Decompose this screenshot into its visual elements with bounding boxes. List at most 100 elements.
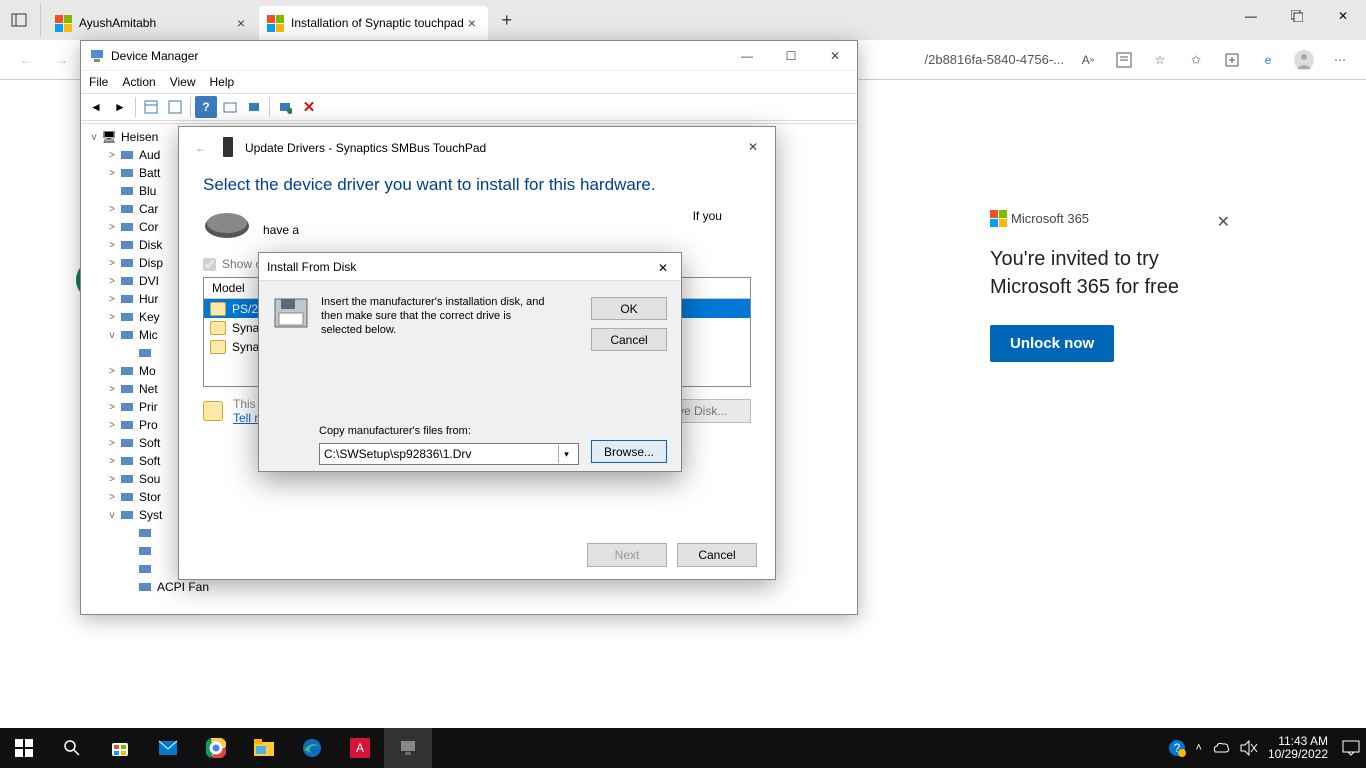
task-store-icon[interactable] [96, 728, 144, 768]
read-aloud-icon[interactable]: A» [1070, 42, 1106, 78]
driver-icon [210, 302, 226, 316]
favorite-icon[interactable]: ☆ [1142, 42, 1178, 78]
uninstall-icon[interactable]: ✕ [298, 96, 320, 118]
scan-icon[interactable] [219, 96, 241, 118]
device-icon [137, 562, 153, 576]
device-icon [119, 382, 135, 396]
unlock-button[interactable]: Unlock now [990, 325, 1114, 362]
device-icon [119, 238, 135, 252]
toolbar: ◄ ► ? ✕ [81, 93, 857, 121]
url-fragment: /2b8816fa-5840-4756-... [925, 52, 1071, 67]
device-icon [137, 580, 153, 594]
favorites-bar-icon[interactable]: ✩ [1178, 42, 1214, 78]
device-icon [119, 184, 135, 198]
forward-icon[interactable]: ► [109, 96, 131, 118]
profile-icon[interactable] [1286, 42, 1322, 78]
search-icon[interactable] [48, 728, 96, 768]
reader-icon[interactable] [1106, 42, 1142, 78]
menu-file[interactable]: File [89, 75, 108, 89]
tab-actions-icon[interactable] [2, 3, 36, 37]
chevron-up-icon[interactable]: ˄ [1196, 742, 1202, 754]
path-value: C:\SWSetup\sp92836\1.Drv [324, 447, 471, 461]
install-from-disk-dialog: Install From Disk ✕ Insert the manufactu… [258, 252, 682, 472]
tab-title: AyushAmitabh [79, 16, 233, 30]
task-explorer-icon[interactable] [240, 728, 288, 768]
dialog-titlebar[interactable]: Install From Disk ✕ [259, 253, 681, 281]
menu-action[interactable]: Action [122, 75, 155, 89]
dialog-title: Install From Disk [267, 260, 356, 274]
dialog-message: Insert the manufacturer's installation d… [321, 295, 551, 337]
mouse-icon [203, 209, 251, 243]
show-hide-tree-icon[interactable] [140, 96, 162, 118]
close-icon[interactable]: × [233, 15, 249, 31]
microsoft-logo-icon [990, 210, 1007, 227]
device-icon [119, 418, 135, 432]
close-icon[interactable]: × [464, 15, 480, 31]
window-title: Device Manager [111, 49, 198, 63]
close-button[interactable]: ✕ [813, 41, 857, 71]
window-controls: — ☐ ✕ [725, 41, 857, 71]
menu-help[interactable]: Help [210, 75, 235, 89]
cancel-button[interactable]: Cancel [591, 328, 667, 351]
computer-icon: 🖥 [101, 130, 117, 144]
update-icon[interactable] [243, 96, 265, 118]
device-icon [119, 166, 135, 180]
task-edge-icon[interactable] [288, 728, 336, 768]
notifications-icon[interactable] [1342, 740, 1360, 756]
properties-icon[interactable] [164, 96, 186, 118]
menu-view[interactable]: View [170, 75, 196, 89]
device-icon [119, 220, 135, 234]
tree-root: Heisen [121, 130, 158, 144]
device-icon [119, 436, 135, 450]
ok-button[interactable]: OK [591, 297, 667, 320]
start-button[interactable] [0, 728, 48, 768]
minimize-button[interactable]: — [725, 41, 769, 71]
favicon-icon [267, 15, 283, 31]
device-icon [119, 508, 135, 522]
driver-icon [210, 321, 226, 335]
browse-button[interactable]: Browse... [591, 440, 667, 463]
maximize-button[interactable]: ☐ [769, 41, 813, 71]
chevron-down-icon[interactable]: ▾ [558, 445, 574, 463]
browser-tab-1[interactable]: AyushAmitabh × [47, 6, 257, 40]
device-icon [137, 544, 153, 558]
wizard-header: ← Update Drivers - Synaptics SMBus Touch… [179, 127, 775, 169]
close-button[interactable]: ✕ [1320, 0, 1366, 32]
device-icon [119, 292, 135, 306]
task-mail-icon[interactable] [144, 728, 192, 768]
maximize-button[interactable] [1274, 0, 1320, 32]
help-tray-icon[interactable]: ? [1168, 739, 1186, 757]
path-combobox[interactable]: C:\SWSetup\sp92836\1.Drv ▾ [319, 443, 579, 465]
device-icon [119, 454, 135, 468]
device-icon [119, 490, 135, 504]
device-icon [119, 256, 135, 270]
system-tray: ? ˄ 11:43 AM 10/29/2022 [1168, 728, 1361, 768]
task-acrobat-icon[interactable]: A [336, 728, 384, 768]
ie-mode-icon[interactable]: e [1250, 42, 1286, 78]
more-icon[interactable]: ⋯ [1322, 42, 1358, 78]
back-button[interactable]: ← [8, 42, 44, 78]
m365-headline: You're invited to try Microsoft 365 for … [990, 245, 1220, 301]
back-icon[interactable]: ◄ [85, 96, 107, 118]
cancel-button[interactable]: Cancel [677, 543, 757, 567]
device-icon [119, 274, 135, 288]
close-icon[interactable]: ✕ [739, 135, 767, 159]
task-chrome-icon[interactable] [192, 728, 240, 768]
tree-node[interactable]: ACPI Fan [87, 578, 851, 596]
divider [269, 97, 270, 117]
close-icon[interactable]: ✕ [1217, 212, 1230, 232]
onedrive-icon[interactable] [1212, 741, 1230, 755]
device-icon [119, 328, 135, 342]
close-icon[interactable]: ✕ [649, 257, 677, 279]
back-icon[interactable]: ← [189, 136, 213, 160]
volume-muted-icon[interactable] [1240, 740, 1258, 756]
enable-icon[interactable] [274, 96, 296, 118]
task-devmgr-icon[interactable] [384, 728, 432, 768]
new-tab-button[interactable]: + [490, 3, 524, 37]
collections-icon[interactable] [1214, 42, 1250, 78]
browser-tab-2[interactable]: Installation of Synaptic touchpad × [259, 6, 488, 40]
help-icon[interactable]: ? [195, 96, 217, 118]
hw-text: Select the manufacturer and model of you… [263, 209, 751, 237]
clock[interactable]: 11:43 AM 10/29/2022 [1268, 735, 1332, 761]
minimize-button[interactable]: — [1228, 0, 1274, 32]
